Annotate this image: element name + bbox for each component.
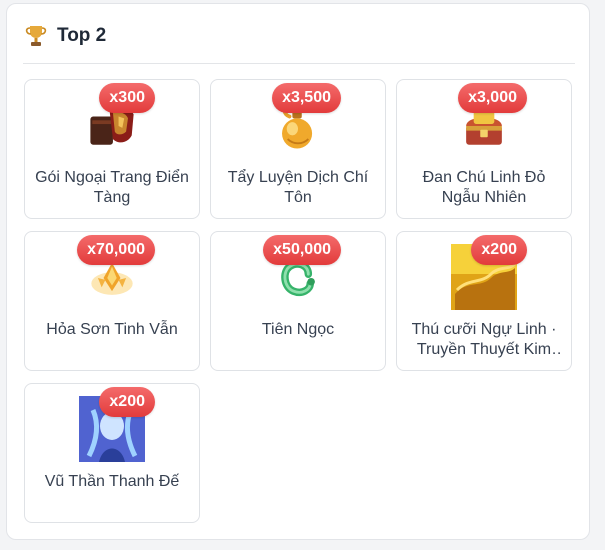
reward-card[interactable]: x50,000 Tiên Ngọc [210, 231, 386, 371]
reward-card[interactable]: x70,000 Hỏa Sơn Tinh Vẫn [24, 231, 200, 371]
reward-card[interactable]: x200 Thú cưỡi Ngự Linh · Truyền Thuyết K… [396, 231, 572, 371]
panel-header: Top 2 [25, 22, 106, 50]
quantity-badge: x200 [99, 387, 155, 417]
quantity-badge: x3,000 [458, 83, 527, 113]
rewards-panel: Top 2 x300 Gói Ngoại Trang Điển Tàng x3,… [6, 3, 590, 540]
reward-name: Tẩy Luyện Dịch Chí Tôn [227, 169, 369, 206]
panel-title: Top 2 [57, 25, 107, 46]
header-divider [23, 63, 575, 64]
reward-card[interactable]: x300 Gói Ngoại Trang Điển Tàng [24, 79, 200, 219]
reward-card[interactable]: x200 Vũ Thần Thanh Đế [24, 383, 200, 523]
trophy-icon [25, 26, 47, 46]
reward-name: Thú cưỡi Ngự Linh · Truyền Thuyết Kim Lo… [411, 321, 557, 358]
reward-name: Hỏa Sơn Tinh Vẫn [46, 321, 178, 338]
reward-card[interactable]: x3,000 Đan Chú Linh Đỏ Ngẫu Nhiên [396, 79, 572, 219]
reward-name: Gói Ngoại Trang Điển Tàng [35, 169, 189, 206]
quantity-badge: x3,500 [272, 83, 341, 113]
reward-name: Tiên Ngọc [261, 321, 335, 338]
reward-name: Vũ Thần Thanh Đế [44, 473, 180, 490]
quantity-badge: x50,000 [263, 235, 341, 265]
quantity-badge: x70,000 [77, 235, 155, 265]
quantity-badge: x300 [99, 83, 155, 113]
reward-card[interactable]: x3,500 Tẩy Luyện Dịch Chí Tôn [210, 79, 386, 219]
quantity-badge: x200 [471, 235, 527, 265]
reward-name: Đan Chú Linh Đỏ Ngẫu Nhiên [422, 169, 546, 206]
